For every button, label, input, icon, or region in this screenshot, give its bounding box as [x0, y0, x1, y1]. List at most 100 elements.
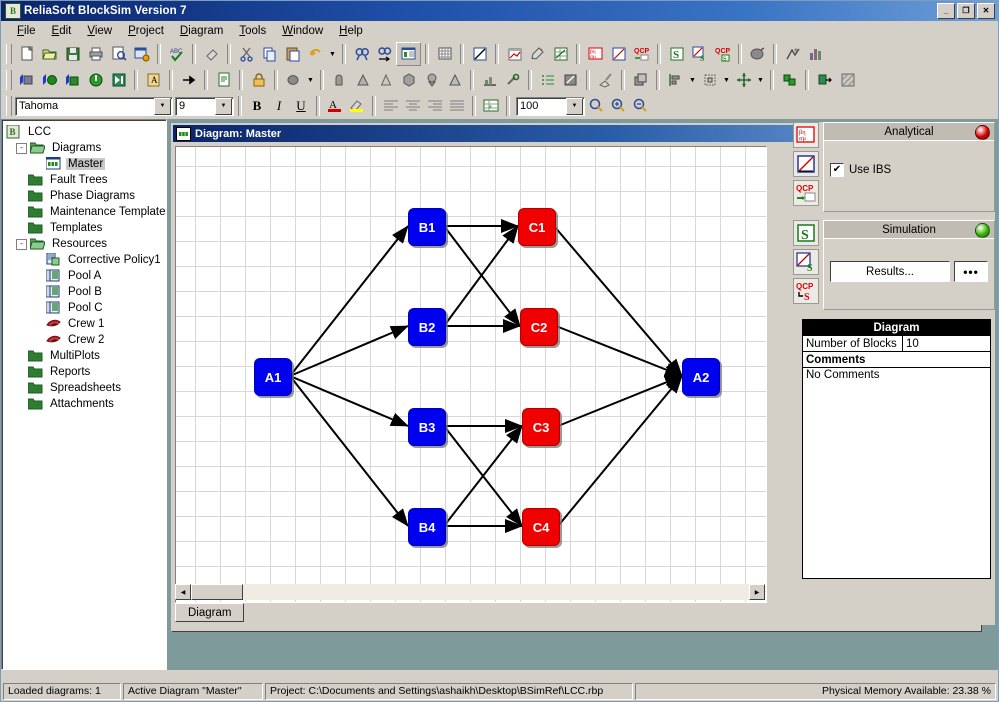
simulation-plot-icon[interactable]: S [688, 43, 711, 65]
simulation-sheet-icon[interactable]: S [793, 220, 819, 246]
simulation-plot-icon[interactable]: S [793, 249, 819, 275]
sidebar-item-diagrams[interactable]: -Diagrams [6, 140, 166, 156]
add-text-icon[interactable]: A [142, 69, 165, 91]
results-button[interactable]: Results... [830, 261, 950, 282]
close-button[interactable]: ✕ [977, 3, 995, 19]
cell-format-icon[interactable]: a [480, 96, 502, 117]
diagram-block-c2[interactable]: C2 [520, 308, 558, 346]
shape-dropdown-caret-icon[interactable]: ▼ [305, 69, 316, 91]
qcp-icon[interactable]: QCP [793, 180, 819, 206]
distribute-icon[interactable] [698, 69, 721, 91]
hex-icon[interactable] [397, 69, 420, 91]
simulation-qcp-icon[interactable]: QCPS [793, 278, 819, 304]
add-node-icon[interactable] [38, 69, 61, 91]
diagram-block-b2[interactable]: B2 [408, 308, 446, 346]
print-setup-icon[interactable] [130, 43, 153, 65]
triangle-icon[interactable] [351, 69, 374, 91]
font-color-icon[interactable]: A [324, 96, 346, 117]
align-right-icon[interactable] [424, 96, 446, 117]
diagram-block-a1[interactable]: A1 [254, 358, 292, 396]
zoom-fit-icon[interactable] [585, 96, 607, 117]
chevron-down-icon[interactable]: ▼ [215, 98, 232, 115]
add-start-icon[interactable] [84, 69, 107, 91]
diagram-block-a2[interactable]: A2 [682, 358, 720, 396]
tools-icon[interactable] [501, 69, 524, 91]
sidebar-item-spreadsheets[interactable]: Spreadsheets [6, 380, 166, 396]
zoom-out-icon[interactable] [629, 96, 651, 117]
tree-root[interactable]: B LCC [6, 124, 166, 140]
tree-toggle-icon[interactable]: - [16, 143, 27, 154]
node-icon[interactable] [420, 69, 443, 91]
copy-icon[interactable] [258, 43, 281, 65]
eraser-icon[interactable] [200, 43, 223, 65]
sidebar-item-fault-trees[interactable]: Fault Trees [6, 172, 166, 188]
project-tree[interactable]: B LCC -DiagramsMasterFault TreesPhase Di… [1, 119, 167, 670]
sidebar-item-master[interactable]: Master [6, 156, 166, 172]
sidebar-item-maintenance-templates[interactable]: Maintenance Templates [6, 204, 166, 220]
align-dropdown-caret-icon[interactable]: ▼ [687, 69, 698, 91]
analysis-plot-icon[interactable] [503, 43, 526, 65]
move-icon[interactable] [732, 69, 755, 91]
chevron-down-icon[interactable]: ▼ [154, 98, 171, 115]
menu-diagram[interactable]: Diagram [172, 23, 231, 39]
undo-dropdown-caret-icon[interactable]: ▼ [327, 43, 338, 65]
italic-button[interactable]: I [268, 96, 290, 117]
mirror-icon[interactable] [328, 69, 351, 91]
find-next-icon[interactable] [373, 43, 396, 65]
open-icon[interactable] [38, 43, 61, 65]
find-icon[interactable] [350, 43, 373, 65]
underline-button[interactable]: U [290, 96, 312, 117]
align-center-icon[interactable] [402, 96, 424, 117]
undo-icon[interactable] [304, 43, 327, 65]
zoom-in-icon[interactable] [607, 96, 629, 117]
menu-view[interactable]: View [79, 23, 120, 39]
sidebar-item-pool-a[interactable]: Pool A [6, 268, 166, 284]
move-dropdown-caret-icon[interactable]: ▼ [755, 69, 766, 91]
new-icon[interactable] [15, 43, 38, 65]
sidebar-item-phase-diagrams[interactable]: Phase Diagrams [6, 188, 166, 204]
menu-window[interactable]: Window [274, 23, 331, 39]
add-block-icon[interactable] [15, 69, 38, 91]
export-icon[interactable] [813, 69, 836, 91]
cut-icon[interactable] [235, 43, 258, 65]
optimization-icon[interactable] [781, 43, 804, 65]
bdd-icon[interactable]: βησμ [584, 43, 607, 65]
sidebar-item-corrective-policy1[interactable]: Corrective Policy1 [6, 252, 166, 268]
chevron-down-icon[interactable]: ▼ [566, 98, 583, 115]
diagram-block-c1[interactable]: C1 [518, 208, 556, 246]
sidebar-item-crew-2[interactable]: Crew 2 [6, 332, 166, 348]
pattern-icon[interactable] [836, 69, 859, 91]
connect-icon[interactable] [177, 69, 200, 91]
histogram-icon[interactable] [478, 69, 501, 91]
sheet-icon[interactable] [549, 43, 572, 65]
minimize-button[interactable]: _ [937, 3, 955, 19]
diagram-block-c4[interactable]: C4 [522, 508, 560, 546]
align-icon[interactable] [664, 69, 687, 91]
sidebar-item-pool-c[interactable]: Pool C [6, 300, 166, 316]
simulation-icon[interactable]: S [665, 43, 688, 65]
diagram-block-b3[interactable]: B3 [408, 408, 446, 446]
group-icon[interactable] [778, 69, 801, 91]
font-name-combo[interactable]: Tahoma ▼ [15, 97, 173, 116]
sidebar-item-crew-1[interactable]: Crew 1 [6, 316, 166, 332]
spellcheck-icon[interactable]: ABC [165, 43, 188, 65]
menu-edit[interactable]: Edit [44, 23, 80, 39]
list-icon[interactable] [536, 69, 559, 91]
zoom-combo[interactable]: 100 ▼ [516, 97, 585, 116]
number-of-blocks-value[interactable]: 10 [903, 336, 990, 351]
add-end-icon[interactable] [107, 69, 130, 91]
diagram-block-b1[interactable]: B1 [408, 208, 446, 246]
use-ibs-checkbox[interactable]: ✔ [830, 163, 844, 177]
highlight-color-icon[interactable] [346, 96, 368, 117]
format-toolbar-grip[interactable] [6, 96, 12, 116]
analytical-plot-icon[interactable] [607, 43, 630, 65]
sidebar-item-reports[interactable]: Reports [6, 364, 166, 380]
stack-icon[interactable] [629, 69, 652, 91]
sidebar-item-templates[interactable]: Templates [6, 220, 166, 236]
tree-toggle-icon[interactable]: - [16, 239, 27, 250]
sidebar-item-resources[interactable]: -Resources [6, 236, 166, 252]
paste-icon[interactable] [281, 43, 304, 65]
horizontal-scroll-thumb[interactable] [191, 584, 243, 600]
use-ibs-row[interactable]: ✔ Use IBS [824, 163, 994, 177]
save-icon[interactable] [61, 43, 84, 65]
